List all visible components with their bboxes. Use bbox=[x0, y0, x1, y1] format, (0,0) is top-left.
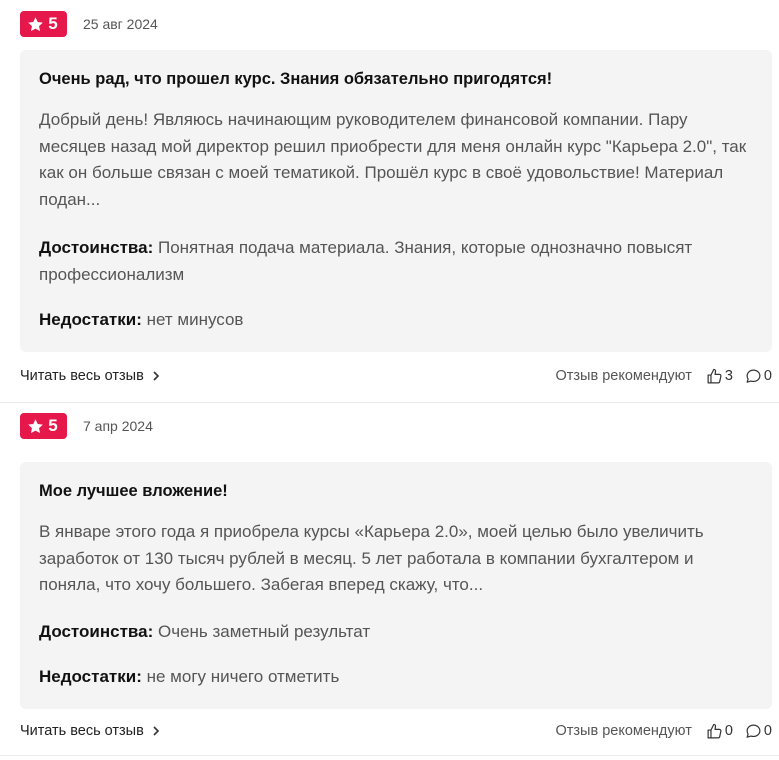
pros-label: Достоинства: bbox=[39, 622, 154, 641]
pros-label: Достоинства: bbox=[39, 238, 154, 257]
review-pros: Достоинства: Очень заметный результат bbox=[39, 619, 749, 646]
like-button[interactable]: 0 bbox=[706, 723, 733, 740]
review-date: 25 авг 2024 bbox=[83, 16, 158, 32]
review-cons: Недостатки: не могу ничего отметить bbox=[39, 664, 749, 691]
pros-text: Очень заметный результат bbox=[158, 622, 371, 641]
read-full-review-link[interactable]: Читать весь отзыв bbox=[20, 723, 160, 739]
thumbs-up-icon bbox=[707, 368, 722, 383]
comment-icon bbox=[746, 369, 761, 383]
rating-row: 5 7 апр 2024 bbox=[20, 413, 153, 439]
rating-badge: 5 bbox=[20, 413, 67, 439]
rating-row: 5 25 авг 2024 bbox=[20, 11, 158, 37]
review-date: 7 апр 2024 bbox=[83, 418, 153, 434]
star-icon bbox=[28, 16, 44, 31]
read-more-label: Читать весь отзыв bbox=[20, 723, 144, 739]
review-pros: Достоинства: Понятная подача материала. … bbox=[39, 235, 749, 288]
chevron-right-icon bbox=[152, 371, 160, 381]
cons-text: нет минусов bbox=[146, 310, 244, 329]
comment-icon bbox=[746, 724, 761, 738]
comments-button[interactable]: 0 bbox=[745, 368, 772, 385]
review-footer: Читать весь отзыв Отзыв рекомендуют 3 0 bbox=[20, 365, 772, 387]
review-card: Мое лучшее вложение! В январе этого года… bbox=[20, 462, 772, 709]
review-title: Очень рад, что прошел курс. Знания обяза… bbox=[39, 70, 553, 88]
read-full-review-link[interactable]: Читать весь отзыв bbox=[20, 368, 160, 384]
review-text: Добрый день! Являюсь начинающим руководи… bbox=[39, 110, 747, 209]
thumbs-up-icon bbox=[707, 723, 722, 738]
like-count: 3 bbox=[724, 368, 733, 384]
cons-label: Недостатки: bbox=[39, 310, 142, 329]
star-icon bbox=[28, 418, 44, 433]
read-more-label: Читать весь отзыв bbox=[20, 368, 144, 384]
comment-count: 0 bbox=[763, 368, 772, 384]
recommend-label: Отзыв рекомендуют bbox=[555, 368, 692, 384]
review-actions: Отзыв рекомендуют 0 0 bbox=[555, 723, 772, 740]
review-title: Мое лучшее вложение! bbox=[39, 482, 228, 500]
cons-label: Недостатки: bbox=[39, 667, 142, 686]
review-actions: Отзыв рекомендуют 3 0 bbox=[555, 368, 772, 385]
review-card: Очень рад, что прошел курс. Знания обяза… bbox=[20, 50, 772, 352]
comments-button[interactable]: 0 bbox=[745, 723, 772, 740]
review-cons: Недостатки: нет минусов bbox=[39, 307, 749, 334]
rating-badge: 5 bbox=[20, 11, 67, 37]
rating-value: 5 bbox=[48, 416, 58, 435]
review-footer: Читать весь отзыв Отзыв рекомендуют 0 0 bbox=[20, 720, 772, 742]
rating-value: 5 bbox=[48, 14, 58, 33]
review-text: В январе этого года я приобрела курсы «К… bbox=[39, 522, 704, 594]
review-item: 5 7 апр 2024 Мое лучшее вложение! В янва… bbox=[0, 402, 779, 756]
recommend-label: Отзыв рекомендуют bbox=[555, 723, 692, 739]
chevron-right-icon bbox=[152, 726, 160, 736]
cons-text: не могу ничего отметить bbox=[146, 667, 340, 686]
like-button[interactable]: 3 bbox=[706, 368, 733, 385]
review-item: 5 25 авг 2024 Очень рад, что прошел курс… bbox=[0, 0, 779, 403]
like-count: 0 bbox=[724, 723, 733, 739]
comment-count: 0 bbox=[763, 723, 772, 739]
